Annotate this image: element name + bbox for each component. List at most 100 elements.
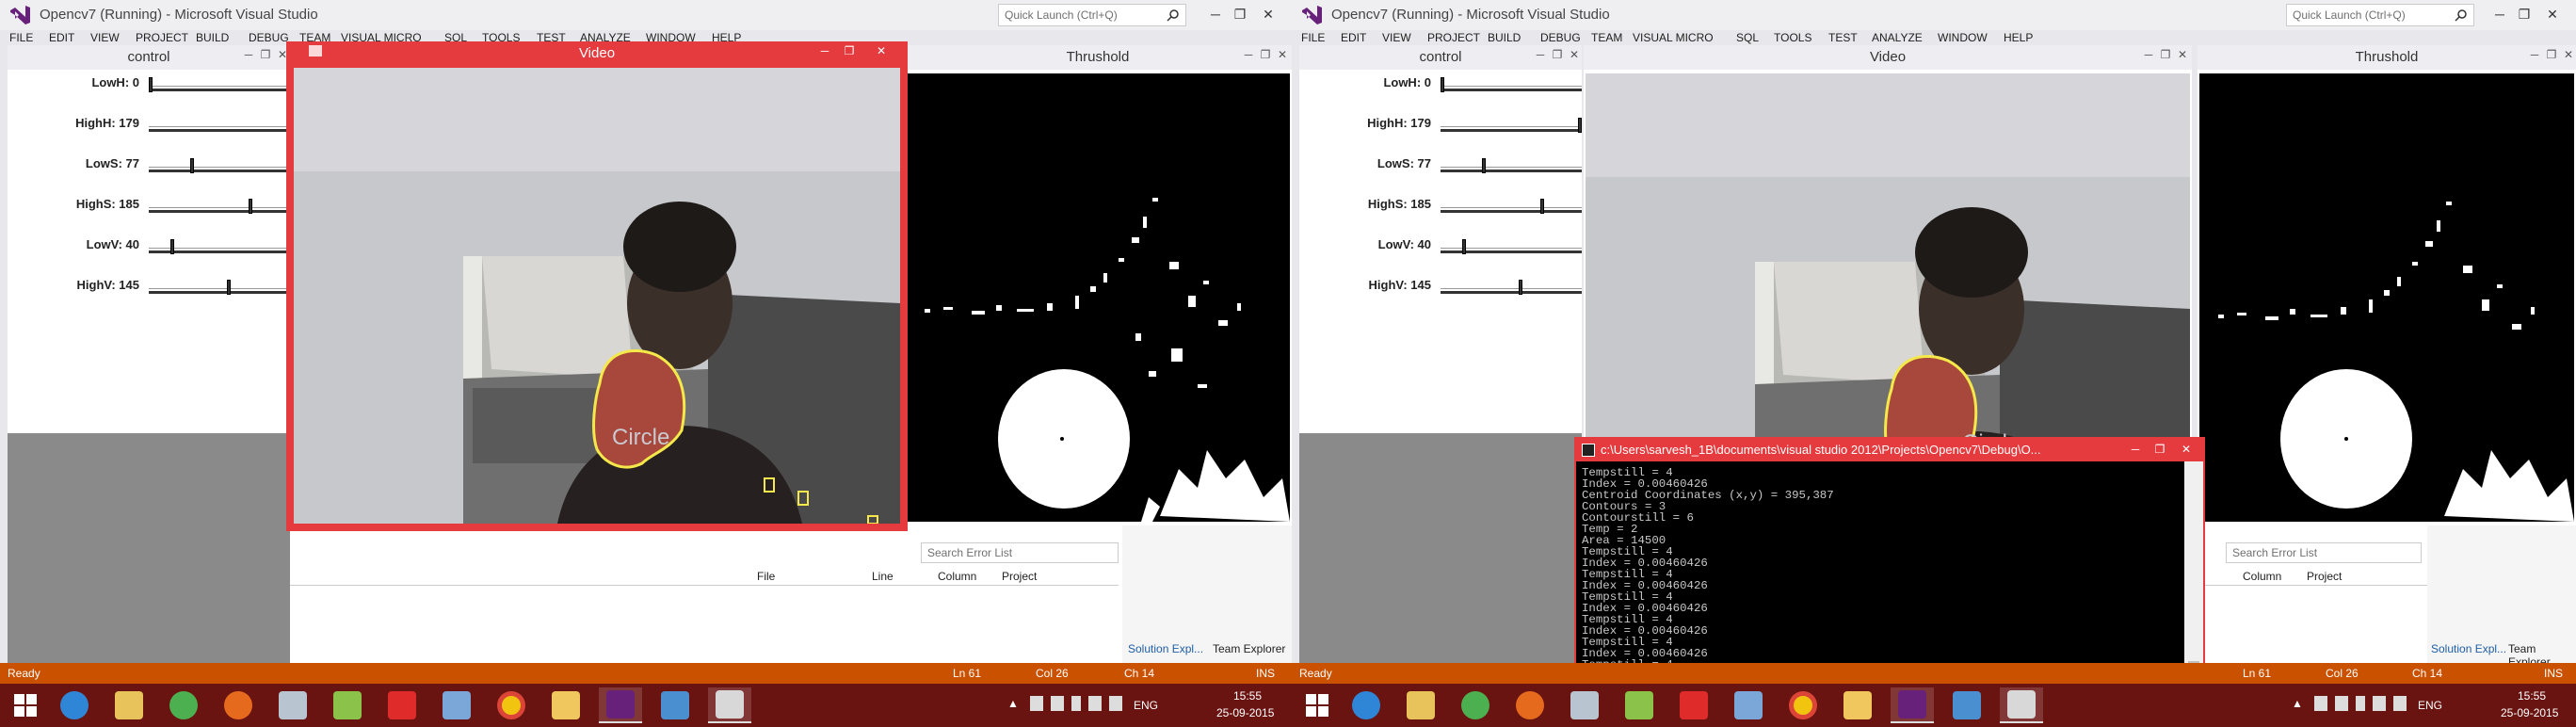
taskbar-vs-button[interactable] bbox=[599, 687, 642, 723]
menu-analyze[interactable]: ANALYZE bbox=[1872, 31, 1923, 44]
maximize-button[interactable]: ❐ bbox=[2514, 4, 2535, 24]
threshold-minimize-button[interactable]: ─ bbox=[1241, 48, 1256, 61]
taskbar-vs-button[interactable] bbox=[1891, 687, 1934, 723]
taskbar-chrome-button[interactable] bbox=[1781, 687, 1825, 723]
error-search-input[interactable]: Search Error List bbox=[921, 542, 1119, 563]
column-project[interactable]: Project bbox=[1002, 570, 1037, 583]
menu-project[interactable]: PROJECT bbox=[136, 31, 188, 44]
menu-edit[interactable]: EDIT bbox=[49, 31, 74, 44]
clock-time[interactable]: 15:55 bbox=[2518, 689, 2546, 703]
menu-visual-micro[interactable]: VISUAL MICRO bbox=[1633, 31, 1714, 44]
taskbar-calculator-button[interactable] bbox=[271, 687, 314, 723]
clock-time[interactable]: 15:55 bbox=[1233, 689, 1262, 703]
console-maximize-button[interactable]: ❐ bbox=[2152, 443, 2167, 456]
taskbar-app-button[interactable] bbox=[1672, 687, 1715, 723]
taskbar-photos-button[interactable] bbox=[1945, 687, 1988, 723]
menu-debug[interactable]: DEBUG bbox=[249, 31, 289, 44]
clock-date[interactable]: 25-09-2015 bbox=[2501, 706, 2558, 719]
taskbar-explorer-button[interactable] bbox=[1399, 687, 1442, 723]
video-close-button[interactable]: ✕ bbox=[874, 44, 889, 57]
quick-launch-input[interactable]: Quick Launch (Ctrl+Q) bbox=[998, 4, 1186, 26]
control-maximize-button[interactable]: ❐ bbox=[1550, 48, 1565, 61]
video-maximize-button[interactable]: ❐ bbox=[842, 44, 857, 57]
battery-icon[interactable] bbox=[2356, 696, 2365, 711]
video-minimize-button[interactable]: ─ bbox=[817, 44, 832, 57]
taskbar-ie-button[interactable] bbox=[53, 687, 96, 723]
start-button[interactable] bbox=[1296, 687, 1339, 723]
slider-track[interactable] bbox=[1441, 210, 1582, 213]
column-project[interactable]: Project bbox=[2307, 570, 2342, 583]
control-minimize-button[interactable]: ─ bbox=[241, 48, 256, 61]
slider-thumb[interactable] bbox=[1540, 199, 1544, 214]
menu-debug[interactable]: DEBUG bbox=[1540, 31, 1581, 44]
control-maximize-button[interactable]: ❐ bbox=[258, 48, 273, 61]
network-icon[interactable] bbox=[2373, 696, 2386, 711]
console-minimize-button[interactable]: ─ bbox=[2128, 443, 2143, 456]
slider-thumb[interactable] bbox=[1462, 239, 1466, 254]
taskbar-remote-button[interactable] bbox=[435, 687, 478, 723]
volume-icon[interactable] bbox=[2393, 696, 2407, 711]
menu-help[interactable]: HELP bbox=[2004, 31, 2033, 44]
start-button[interactable] bbox=[4, 687, 47, 723]
tray-icon-2[interactable] bbox=[1051, 696, 1064, 711]
team-explorer-tab[interactable]: Team Explorer bbox=[1213, 642, 1285, 655]
taskbar-explorer-button[interactable] bbox=[107, 687, 151, 723]
menu-project[interactable]: PROJECT bbox=[1427, 31, 1480, 44]
close-button[interactable]: ✕ bbox=[1258, 4, 1279, 24]
slider-thumb[interactable] bbox=[190, 158, 194, 173]
network-icon[interactable] bbox=[1088, 696, 1102, 711]
threshold-maximize-button[interactable]: ❐ bbox=[1258, 48, 1273, 61]
taskbar-calculator-button[interactable] bbox=[1563, 687, 1606, 723]
column-line[interactable]: Line bbox=[872, 570, 894, 583]
video-minimize-button[interactable]: ─ bbox=[2141, 48, 2156, 61]
menu-test[interactable]: TEST bbox=[1828, 31, 1858, 44]
menu-window[interactable]: WINDOW bbox=[1938, 31, 1988, 44]
slider-track[interactable] bbox=[149, 129, 290, 132]
volume-icon[interactable] bbox=[1109, 696, 1122, 711]
tray-chevron-icon[interactable]: ▲ bbox=[1007, 697, 1019, 710]
taskbar-remote-button[interactable] bbox=[1727, 687, 1770, 723]
slider-thumb[interactable] bbox=[249, 199, 252, 214]
console-close-button[interactable]: ✕ bbox=[2179, 443, 2194, 456]
tray-icon-1[interactable] bbox=[1030, 696, 1043, 711]
taskbar-android-button[interactable] bbox=[326, 687, 369, 723]
slider-track[interactable] bbox=[149, 291, 290, 294]
menu-edit[interactable]: EDIT bbox=[1341, 31, 1366, 44]
quick-launch-input[interactable]: Quick Launch (Ctrl+Q) bbox=[2286, 4, 2474, 26]
column-file[interactable]: File bbox=[757, 570, 775, 583]
slider-thumb[interactable] bbox=[1482, 158, 1486, 173]
slider-thumb[interactable] bbox=[149, 77, 153, 92]
battery-icon[interactable] bbox=[1071, 696, 1081, 711]
menu-sql[interactable]: SQL bbox=[1736, 31, 1759, 44]
taskbar-folder-button[interactable] bbox=[1836, 687, 1879, 723]
column-column[interactable]: Column bbox=[938, 570, 976, 583]
taskbar-ie-button[interactable] bbox=[1344, 687, 1388, 723]
menu-build[interactable]: BUILD bbox=[1488, 31, 1521, 44]
slider-track[interactable] bbox=[149, 89, 290, 91]
slider-track[interactable] bbox=[1441, 129, 1582, 132]
slider-track[interactable] bbox=[1441, 89, 1582, 91]
language-indicator[interactable]: ENG bbox=[1134, 699, 1158, 712]
clock-date[interactable]: 25-09-2015 bbox=[1216, 706, 1274, 719]
menu-team[interactable]: TEAM bbox=[1591, 31, 1622, 44]
menu-view[interactable]: VIEW bbox=[1382, 31, 1411, 44]
menu-file[interactable]: FILE bbox=[9, 31, 33, 44]
slider-track[interactable] bbox=[149, 170, 290, 172]
language-indicator[interactable]: ENG bbox=[2418, 699, 2442, 712]
taskbar-android-button[interactable] bbox=[1618, 687, 1661, 723]
slider-track[interactable] bbox=[1441, 170, 1582, 172]
slider-thumb[interactable] bbox=[1519, 280, 1522, 295]
minimize-button[interactable]: ─ bbox=[2489, 4, 2510, 24]
slider-track[interactable] bbox=[149, 210, 290, 213]
error-search-input[interactable]: Search Error List bbox=[2226, 542, 2422, 563]
taskbar-photos-button[interactable] bbox=[653, 687, 697, 723]
tray-icon-1[interactable] bbox=[2314, 696, 2327, 711]
taskbar-opencv-button[interactable] bbox=[2000, 687, 2043, 723]
threshold-close-button[interactable]: ✕ bbox=[2561, 48, 2576, 61]
close-button[interactable]: ✕ bbox=[2542, 4, 2563, 24]
minimize-button[interactable]: ─ bbox=[1205, 4, 1226, 24]
solution-explorer-tab[interactable]: Solution Expl... bbox=[2431, 642, 2506, 655]
column-column[interactable]: Column bbox=[2243, 570, 2281, 583]
threshold-close-button[interactable]: ✕ bbox=[1275, 48, 1290, 61]
video-maximize-button[interactable]: ❐ bbox=[2158, 48, 2173, 61]
